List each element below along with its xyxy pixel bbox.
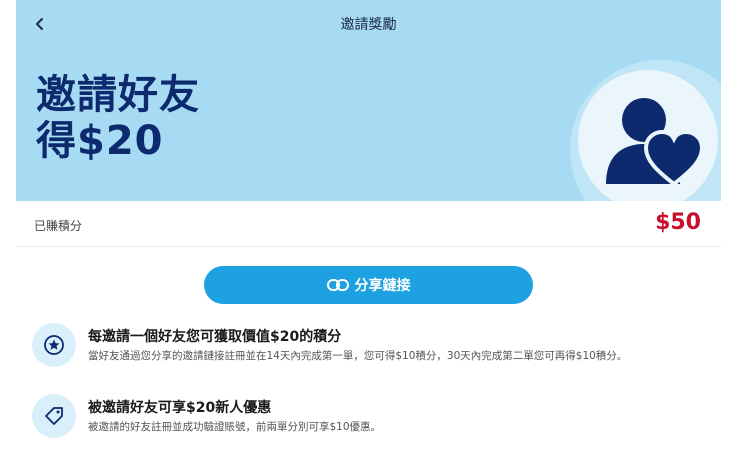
star-badge-icon	[32, 323, 76, 367]
link-icon	[326, 279, 349, 291]
share-link-label: 分享鏈接	[354, 278, 411, 294]
invite-rewards-page: 邀請獎勵 邀請好友 得$20 已賺積分 $50 分享鏈接 每邀請一個好友您可獲取…	[0, 0, 740, 454]
benefit-title: 每邀請一個好友您可獲取價值$20的積分	[88, 329, 342, 345]
user-heart-icon	[606, 98, 705, 187]
earned-points-label: 已賺積分	[34, 219, 83, 233]
benefit-item-referrer: 每邀請一個好友您可獲取價值$20的積分 當好友通過您分享的邀請鏈接註冊並在14天…	[32, 321, 722, 371]
benefit-description: 當好友通過您分享的邀請鏈接註冊並在14天內完成第一單，您可得$10積分，30天內…	[88, 350, 628, 362]
share-link-button[interactable]: 分享鏈接	[204, 266, 533, 304]
hero-illustration-clip	[16, 0, 721, 201]
benefit-description: 被邀請的好友註冊並成功驗證賬號，前兩單分別可享$10優惠。	[88, 421, 382, 433]
benefit-item-invitee: 被邀請好友可享$20新人優惠 被邀請的好友註冊並成功驗證賬號，前兩單分別可享$1…	[32, 392, 722, 442]
earned-points-value: $50	[655, 210, 701, 235]
tag-icon	[32, 394, 76, 438]
benefit-title: 被邀請好友可享$20新人優惠	[88, 400, 272, 416]
earned-points-row: 已賺積分 $50	[16, 201, 721, 247]
